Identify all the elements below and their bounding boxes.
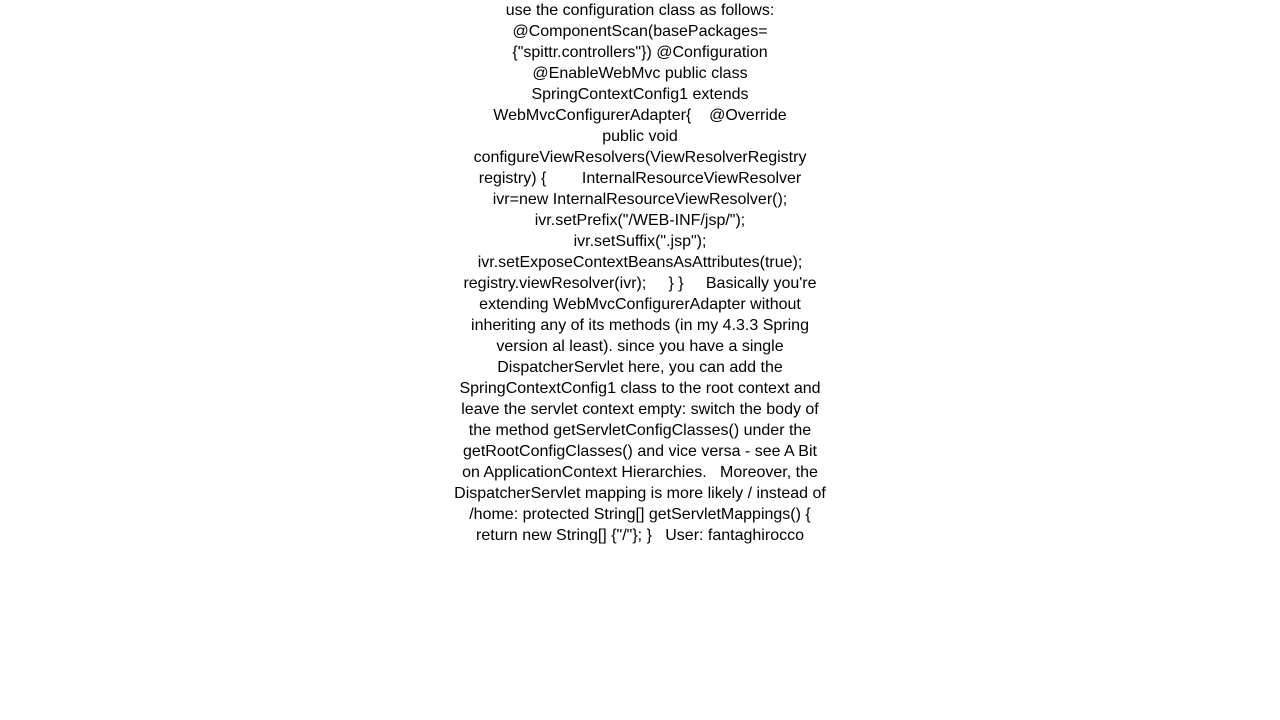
page-root: use the configuration class as follows: … (0, 0, 1280, 720)
answer-body-text: use the configuration class as follows: … (454, 2, 841, 544)
